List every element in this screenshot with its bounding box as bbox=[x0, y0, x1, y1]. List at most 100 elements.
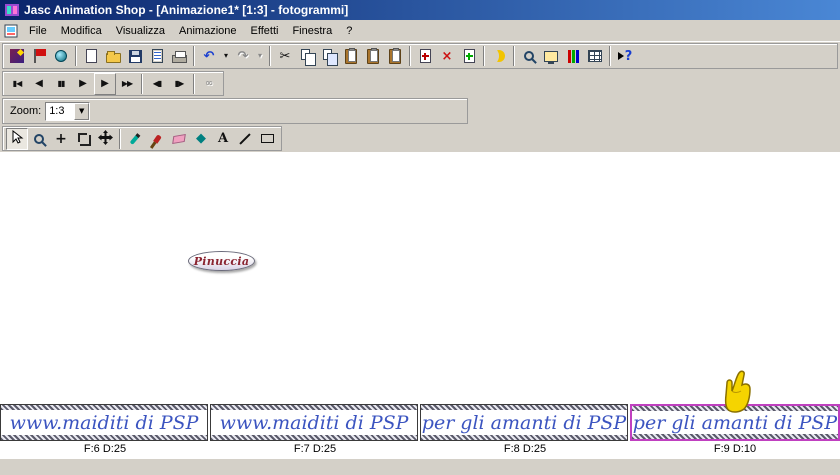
optimization-wizard-button[interactable] bbox=[50, 45, 72, 67]
move-tool-button[interactable] bbox=[94, 128, 116, 150]
copy-merged-button[interactable] bbox=[318, 45, 340, 67]
monitor-icon bbox=[544, 50, 558, 64]
undo-button[interactable]: ↶ bbox=[198, 45, 220, 67]
toolbar-main-row: ↶ ▾ ↷ ▾ ✂ × ? bbox=[0, 42, 840, 70]
save-button[interactable] bbox=[124, 45, 146, 67]
animation-properties-button[interactable] bbox=[146, 45, 168, 67]
text-tool-icon: A bbox=[217, 131, 229, 146]
color-bars-icon bbox=[567, 49, 579, 63]
arrow-tool-button[interactable] bbox=[6, 127, 28, 150]
frame-browser-button[interactable] bbox=[584, 45, 606, 67]
toolbar-vcr-row: ▮◀ ◀ ▮▮ ▶ ▶ ▶▶ ◀▮ ▮▶ ∞ bbox=[0, 70, 840, 97]
frame-6[interactable]: www.maiditi di PSP bbox=[0, 404, 208, 441]
cut-button[interactable]: ✂ bbox=[274, 45, 296, 67]
paste-new-animation-button[interactable] bbox=[340, 45, 362, 67]
menu-animazione[interactable]: Animazione bbox=[172, 22, 243, 40]
pause-icon: ▮▮ bbox=[57, 78, 66, 88]
zoom-value: 1:3 bbox=[49, 105, 65, 117]
quick-preview-icon bbox=[489, 49, 505, 63]
zoom-combobox[interactable]: 1:3 ▼ bbox=[45, 101, 91, 121]
step-back-icon: ◀ bbox=[35, 77, 43, 89]
eyedropper-tool-button[interactable] bbox=[124, 128, 146, 150]
frame-8[interactable]: per gli amanti di PSP bbox=[420, 404, 628, 441]
frame-label-7: F:7 D:25 bbox=[293, 443, 337, 455]
paste-clipboard-icon bbox=[389, 47, 401, 64]
redo-icon: ↷ bbox=[237, 48, 249, 64]
frame-7[interactable]: www.maiditi di PSP bbox=[210, 404, 418, 441]
new-animation-button[interactable] bbox=[80, 45, 102, 67]
menu-visualizza[interactable]: Visualizza bbox=[109, 22, 172, 40]
previous-frame-button[interactable]: ◀▮ bbox=[146, 73, 168, 95]
quick-preview-button[interactable] bbox=[488, 45, 510, 67]
line-icon bbox=[239, 132, 251, 145]
zoom-label: Zoom: bbox=[10, 105, 42, 117]
mascot-figure bbox=[720, 365, 756, 416]
paste-into-frame-button[interactable] bbox=[384, 45, 406, 67]
toolbar-separator bbox=[141, 73, 143, 94]
fast-forward-button[interactable]: ▶▶ bbox=[116, 73, 138, 95]
toolbar-zoom: Zoom: 1:3 ▼ bbox=[2, 98, 468, 124]
view-animation-button[interactable] bbox=[540, 45, 562, 67]
frame-border-pattern bbox=[632, 434, 838, 439]
rectangle-tool-button[interactable] bbox=[256, 128, 278, 150]
grid-icon bbox=[588, 50, 602, 62]
redo-dropdown-button[interactable]: ▾ bbox=[254, 45, 266, 67]
eraser-icon bbox=[172, 133, 186, 144]
delete-frames-button[interactable]: × bbox=[436, 45, 458, 67]
toolbar-tools-row: + ◆ A bbox=[0, 125, 840, 152]
registration-mark-tool-button[interactable]: + bbox=[50, 128, 72, 150]
new-document-icon bbox=[85, 49, 97, 63]
eraser-tool-button[interactable] bbox=[168, 128, 190, 150]
copy-button[interactable] bbox=[296, 45, 318, 67]
fast-forward-icon: ▶▶ bbox=[121, 78, 133, 88]
context-help-button[interactable]: ? bbox=[614, 45, 636, 67]
menu-modifica[interactable]: Modifica bbox=[54, 22, 109, 40]
play-button[interactable]: ▶ bbox=[72, 73, 94, 95]
loop-button[interactable]: ∞ bbox=[198, 73, 220, 95]
insert-frames-button[interactable] bbox=[414, 45, 436, 67]
toolbar-separator bbox=[513, 46, 515, 66]
magnifier-icon bbox=[524, 51, 534, 61]
crop-tool-button[interactable] bbox=[72, 128, 94, 150]
toolbar-separator bbox=[269, 46, 271, 66]
next-frame-button[interactable]: ▮▶ bbox=[168, 73, 190, 95]
next-frame-icon: ▮▶ bbox=[174, 78, 185, 88]
insert-frames-icon bbox=[419, 49, 431, 63]
frame-border-pattern bbox=[421, 435, 627, 440]
undo-dropdown-button[interactable]: ▾ bbox=[220, 45, 232, 67]
step-back-button[interactable]: ◀ bbox=[28, 73, 50, 95]
open-button[interactable] bbox=[102, 45, 124, 67]
text-tool-button[interactable]: A bbox=[212, 128, 234, 150]
menu-bar: File Modifica Visualizza Animazione Effe… bbox=[0, 20, 840, 42]
redo-button[interactable]: ↷ bbox=[232, 45, 254, 67]
zoom-dropdown-button[interactable]: ▼ bbox=[74, 102, 90, 120]
animation-wizard-button[interactable] bbox=[6, 45, 28, 67]
document-icon[interactable] bbox=[4, 24, 18, 38]
flood-fill-tool-button[interactable]: ◆ bbox=[190, 128, 212, 150]
open-folder-icon bbox=[105, 50, 121, 63]
brush-tool-button[interactable] bbox=[146, 128, 168, 150]
menu-effetti[interactable]: Effetti bbox=[244, 22, 286, 40]
play-animation-button[interactable]: ▶ bbox=[94, 72, 116, 95]
menu-help[interactable]: ? bbox=[339, 22, 359, 40]
magnifier-icon bbox=[34, 133, 44, 144]
save-floppy-icon bbox=[128, 49, 142, 63]
undo-icon: ↶ bbox=[203, 48, 215, 64]
banner-wizard-button[interactable] bbox=[28, 45, 50, 67]
color-info-button[interactable] bbox=[562, 45, 584, 67]
animation-wizard-icon bbox=[10, 49, 24, 63]
crosshair-icon: + bbox=[55, 130, 67, 147]
toolbar-vcr: ▮◀ ◀ ▮▮ ▶ ▶ ▶▶ ◀▮ ▮▶ ∞ bbox=[2, 71, 224, 96]
print-button[interactable] bbox=[168, 45, 190, 67]
go-first-frame-button[interactable]: ▮◀ bbox=[6, 73, 28, 95]
pause-button[interactable]: ▮▮ bbox=[50, 73, 72, 95]
paste-new-frame-button[interactable] bbox=[362, 45, 384, 67]
line-tool-button[interactable] bbox=[234, 128, 256, 150]
delete-x-icon: × bbox=[441, 48, 453, 64]
duplicate-frame-button[interactable] bbox=[458, 45, 480, 67]
zoom-view-button[interactable] bbox=[518, 45, 540, 67]
menu-finestra[interactable]: Finestra bbox=[285, 22, 339, 40]
zoom-tool-button[interactable] bbox=[28, 128, 50, 150]
frame-label-9: F:9 D:10 bbox=[713, 443, 757, 455]
menu-file[interactable]: File bbox=[22, 22, 54, 40]
